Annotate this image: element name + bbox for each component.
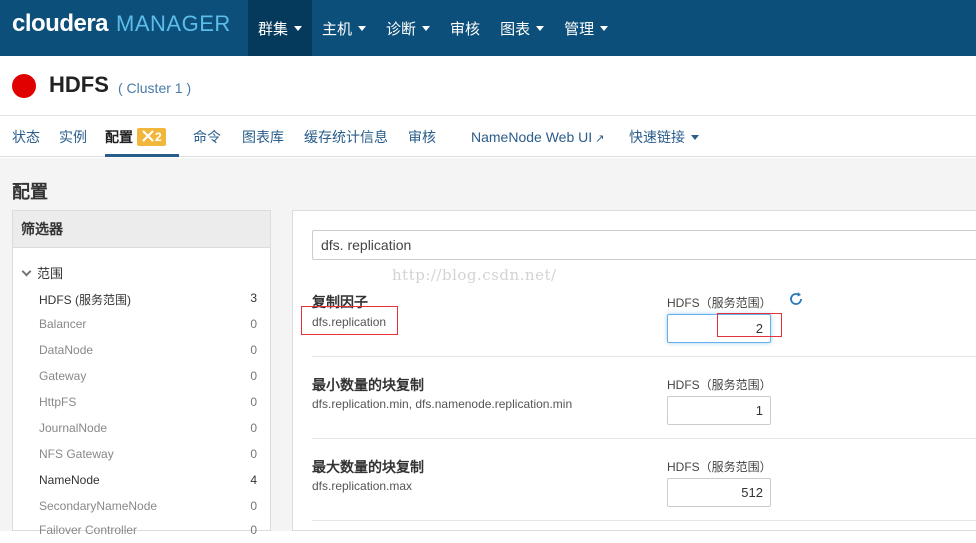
filter-item-label: HttpFS: [39, 395, 77, 409]
property-scope: HDFS（服务范围）: [667, 460, 772, 474]
divider: [312, 356, 976, 357]
nav-hosts[interactable]: 主机: [312, 0, 376, 56]
filter-item-count: 0: [250, 421, 257, 435]
filter-item-hdfs-service[interactable]: HDFS (服务范围) 3: [39, 291, 257, 311]
nav-charts-label: 图表: [500, 20, 531, 38]
filter-item-label: NFS Gateway: [39, 447, 114, 461]
tab-cache-statistics[interactable]: 缓存统计信息: [304, 117, 388, 157]
nav-audit-label: 审核: [450, 20, 481, 38]
nav-admin-label: 管理: [564, 20, 595, 38]
wrench-cross-icon: [142, 130, 154, 142]
filter-item-count: 0: [250, 499, 257, 513]
chevron-down-icon: [21, 266, 32, 277]
filter-item-count: 0: [250, 395, 257, 409]
filter-item-journalnode[interactable]: JournalNode 0: [39, 421, 257, 441]
filter-item-label: SecondaryNameNode: [39, 499, 158, 513]
property-name: 最小数量的块复制: [312, 377, 424, 393]
filter-item-namenode[interactable]: NameNode 4: [39, 473, 257, 493]
filter-item-count: 0: [250, 317, 257, 331]
nav-audit[interactable]: 审核: [440, 0, 490, 56]
tab-audits[interactable]: 审核: [408, 117, 436, 157]
max-replication-input[interactable]: [667, 478, 771, 507]
filter-item-count: 4: [250, 473, 257, 487]
filter-item-count: 0: [250, 369, 257, 383]
filter-item-label: JournalNode: [39, 421, 108, 435]
chevron-down-icon: [536, 25, 545, 31]
filter-item-label: DataNode: [39, 343, 94, 357]
chevron-down-icon: [600, 25, 609, 31]
tab-namenode-web-ui-label: NameNode Web UI: [471, 129, 593, 145]
chevron-down-icon: [358, 25, 367, 31]
tab-configuration[interactable]: 配置 2: [105, 117, 179, 157]
filter-header: 筛选器: [13, 211, 270, 248]
filter-panel: 筛选器 范围 HDFS (服务范围) 3 Balancer 0 DataNode 0 …: [12, 210, 271, 537]
chevron-down-icon: [691, 135, 699, 140]
property-key: dfs.replication.max: [312, 479, 413, 493]
service-tabs: 状态 实例 配置 2 命令 图表库 缓存统计信息 审核 NameNode Web …: [0, 117, 976, 157]
nav-clusters[interactable]: 群集: [248, 0, 313, 56]
filter-item-count: 0: [250, 447, 257, 461]
nav-hosts-label: 主机: [322, 20, 353, 38]
min-replication-input[interactable]: [667, 396, 771, 425]
stale-config-badge[interactable]: 2: [137, 128, 166, 146]
nav-diagnostics[interactable]: 诊断: [376, 0, 440, 56]
filter-item-failover-controller[interactable]: Failover Controller 0: [39, 523, 257, 543]
chevron-down-icon: [294, 25, 303, 31]
tab-namenode-web-ui[interactable]: NameNode Web UI ↗: [471, 117, 604, 157]
property-scope: HDFS（服务范围）: [667, 378, 772, 392]
filter-item-label: Balancer: [39, 317, 87, 331]
logo-word-cloudera: cloudera: [12, 10, 109, 37]
filter-item-datanode[interactable]: DataNode 0: [39, 343, 257, 363]
tab-commands[interactable]: 命令: [193, 117, 221, 157]
filter-item-label: NameNode: [39, 473, 100, 487]
cloudera-manager-logo[interactable]: cloudera MANAGER: [12, 10, 231, 42]
property-scope: HDFS（服务范围）: [667, 296, 772, 310]
filter-item-httpfs[interactable]: HttpFS 0: [39, 395, 257, 415]
tab-instances[interactable]: 实例: [59, 117, 87, 157]
tab-charts-library[interactable]: 图表库: [242, 117, 284, 157]
cluster-link[interactable]: ( Cluster 1 ): [118, 80, 191, 96]
filter-item-label: HDFS (服务范围): [39, 293, 131, 307]
top-navbar: cloudera MANAGER 群集 主机 诊断 审核 图表 管理: [0, 0, 976, 56]
logo-word-manager: MANAGER: [116, 11, 231, 36]
stale-config-count: 2: [155, 130, 162, 144]
chevron-down-icon: [422, 25, 431, 31]
filter-item-count: 0: [250, 343, 257, 357]
nav-admin[interactable]: 管理: [554, 0, 618, 56]
filter-item-count: 3: [250, 291, 257, 305]
nav-diagnostics-label: 诊断: [386, 20, 417, 38]
tab-quick-links[interactable]: 快速链接: [629, 117, 699, 157]
filter-item-nfs-gateway[interactable]: NFS Gateway 0: [39, 447, 257, 467]
filter-group-label: 范围: [37, 266, 64, 281]
filter-group-scope[interactable]: 范围: [21, 263, 64, 282]
property-name: 复制因子: [312, 294, 368, 310]
refresh-icon[interactable]: [788, 291, 804, 307]
filter-item-gateway[interactable]: Gateway 0: [39, 369, 257, 389]
service-name: HDFS: [49, 72, 109, 97]
page-title: 配置: [12, 182, 48, 202]
divider: [312, 438, 976, 439]
main-nav: 群集 主机 诊断 审核 图表 管理: [248, 0, 618, 56]
property-key: dfs.replication: [312, 315, 387, 329]
filter-item-label: Failover Controller: [39, 523, 138, 537]
watermark-text: http://blog.csdn.net/: [392, 266, 557, 284]
filter-item-secondarynamenode[interactable]: SecondaryNameNode 0: [39, 499, 257, 519]
tab-quick-links-label: 快速链接: [629, 129, 685, 145]
filter-item-count: 0: [250, 523, 257, 537]
replication-factor-input[interactable]: [667, 314, 771, 343]
filter-item-balancer[interactable]: Balancer 0: [39, 317, 257, 337]
tab-status[interactable]: 状态: [12, 117, 40, 157]
config-search-input[interactable]: [312, 230, 976, 260]
external-link-icon: ↗: [595, 133, 605, 145]
service-header: HDFS ( Cluster 1 ): [0, 56, 976, 116]
tab-configuration-label: 配置: [105, 129, 133, 145]
property-name: 最大数量的块复制: [312, 459, 424, 475]
status-bad-icon: [12, 74, 36, 98]
property-key: dfs.replication.min, dfs.namenode.replic…: [312, 397, 573, 411]
filter-item-label: Gateway: [39, 369, 87, 383]
nav-charts[interactable]: 图表: [490, 0, 554, 56]
divider: [312, 520, 976, 521]
nav-clusters-label: 群集: [258, 20, 289, 38]
